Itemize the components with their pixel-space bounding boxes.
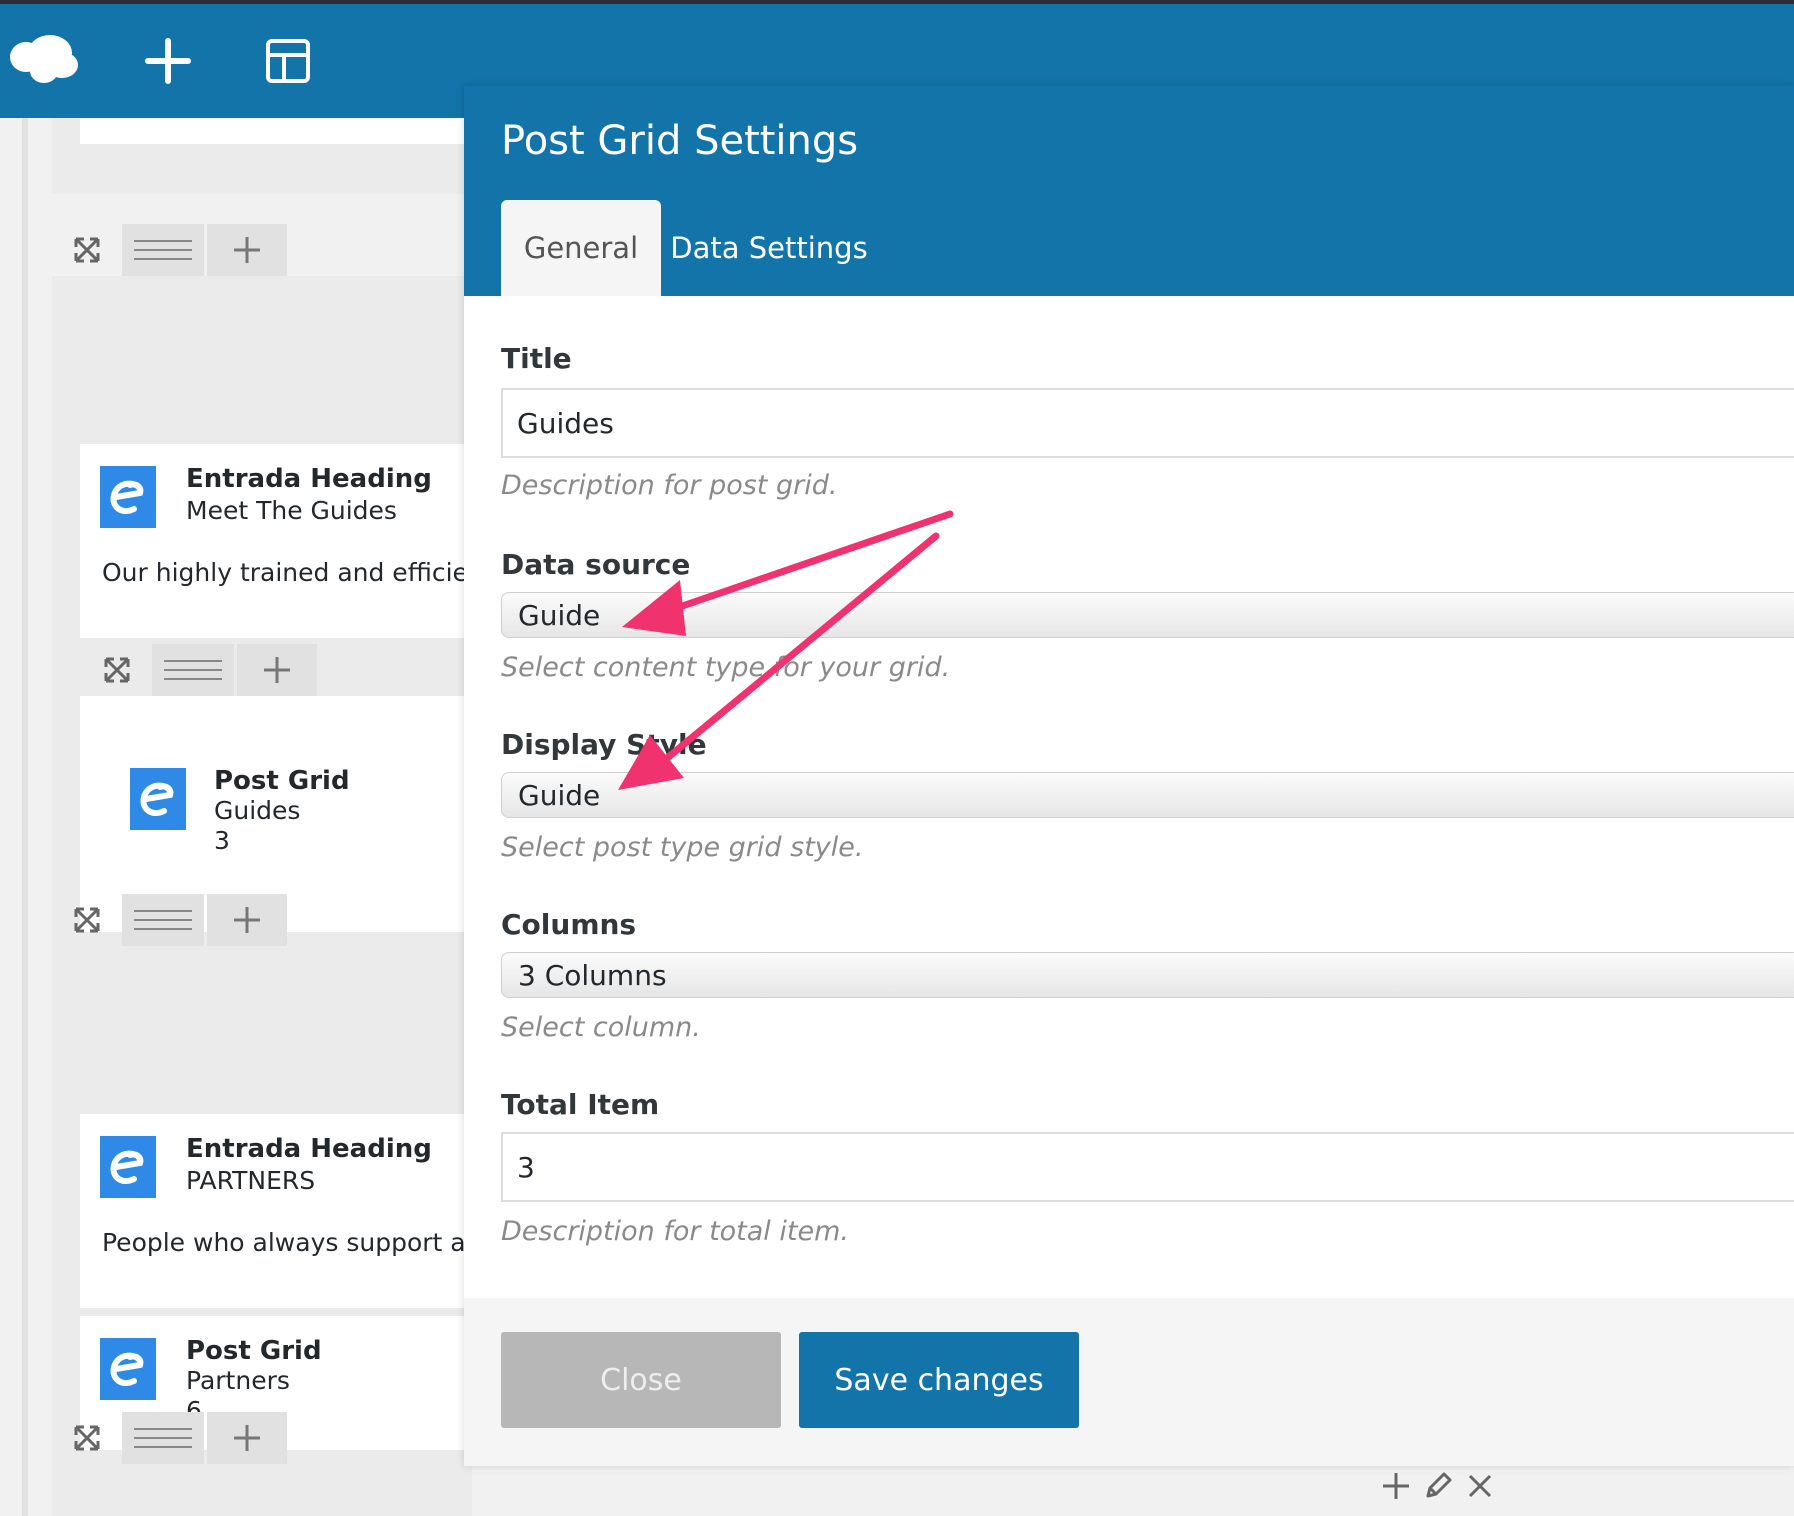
add-element-icon[interactable] (237, 644, 317, 696)
total-item-input[interactable] (501, 1132, 1794, 1202)
element-subtitle: Partners (186, 1366, 290, 1395)
row-tools (1380, 1466, 1496, 1510)
row-container: Entrada Heading Meet The Guides Our high… (52, 276, 472, 982)
tab-data-settings[interactable]: Data Settings (670, 200, 867, 296)
layout-icon[interactable] (250, 4, 326, 118)
row-controls (52, 894, 290, 946)
element-description: People who always support ar (102, 1228, 472, 1257)
save-changes-button[interactable]: Save changes (799, 1332, 1079, 1428)
builder-canvas: Entrada Heading Meet The Guides Our high… (0, 118, 472, 1516)
add-element-icon[interactable] (207, 1412, 287, 1464)
heading-element-card[interactable]: Entrada Heading PARTNERS People who alwa… (80, 1114, 472, 1308)
display-style-select[interactable]: Guide (501, 772, 1794, 818)
modal-header: Post Grid Settings General Data Settings (464, 86, 1794, 296)
drag-handle-icon[interactable] (152, 644, 234, 696)
edit-icon[interactable] (1422, 1470, 1454, 1506)
title-description: Description for post grid. (501, 470, 838, 501)
entrada-logo-icon (130, 768, 186, 830)
element-card[interactable] (80, 118, 472, 144)
modal-footer: Close Save changes (464, 1298, 1794, 1466)
data-source-select[interactable]: Guide (501, 592, 1794, 638)
modal-body: Title Description for post grid. Data so… (464, 296, 1794, 1298)
title-label: Title (501, 342, 572, 375)
expand-icon[interactable] (52, 1412, 122, 1464)
drag-handle-icon[interactable] (122, 1412, 204, 1464)
data-source-description: Select content type for your grid. (501, 652, 951, 683)
expand-icon[interactable] (52, 224, 122, 276)
entrada-logo-icon (100, 466, 156, 528)
heading-element-card[interactable]: Entrada Heading Meet The Guides Our high… (80, 444, 472, 638)
expand-icon[interactable] (82, 644, 152, 696)
element-count: 3 (214, 826, 230, 855)
logo-icon[interactable] (4, 4, 82, 118)
total-item-label: Total Item (501, 1088, 660, 1121)
row-container (52, 1464, 472, 1516)
inner-row-controls (82, 644, 320, 696)
entrada-logo-icon (100, 1136, 156, 1198)
row-controls (52, 1412, 290, 1464)
add-element-icon[interactable] (207, 224, 287, 276)
row-container (52, 118, 472, 194)
data-source-label: Data source (501, 548, 691, 581)
element-subtitle: Meet The Guides (186, 496, 397, 525)
expand-icon[interactable] (52, 894, 122, 946)
plus-icon[interactable] (130, 4, 206, 118)
close-button[interactable]: Close (501, 1332, 781, 1428)
drag-handle-icon[interactable] (122, 224, 204, 276)
columns-description: Select column. (501, 1012, 701, 1043)
element-subtitle: PARTNERS (186, 1166, 316, 1195)
display-style-description: Select post type grid style. (501, 832, 864, 863)
element-name: Post Grid (186, 1336, 322, 1366)
title-input[interactable] (501, 388, 1794, 458)
column-strip (22, 118, 28, 1516)
post-grid-settings-modal: Post Grid Settings General Data Settings… (464, 86, 1794, 1466)
add-element-icon[interactable] (207, 894, 287, 946)
element-name: Entrada Heading (186, 464, 432, 494)
add-icon[interactable] (1380, 1470, 1412, 1506)
total-item-description: Description for total item. (501, 1216, 849, 1247)
element-description: Our highly trained and efficien (102, 558, 472, 587)
tab-general[interactable]: General (501, 200, 661, 296)
element-name: Entrada Heading (186, 1134, 432, 1164)
modal-title: Post Grid Settings (501, 118, 859, 164)
columns-select[interactable]: 3 Columns (501, 952, 1794, 998)
entrada-logo-icon (100, 1338, 156, 1400)
drag-handle-icon[interactable] (122, 894, 204, 946)
element-name: Post Grid (214, 766, 350, 796)
display-style-label: Display Style (501, 728, 707, 761)
delete-icon[interactable] (1464, 1470, 1496, 1506)
columns-label: Columns (501, 908, 637, 941)
row-controls (52, 224, 290, 276)
element-subtitle: Guides (214, 796, 301, 825)
